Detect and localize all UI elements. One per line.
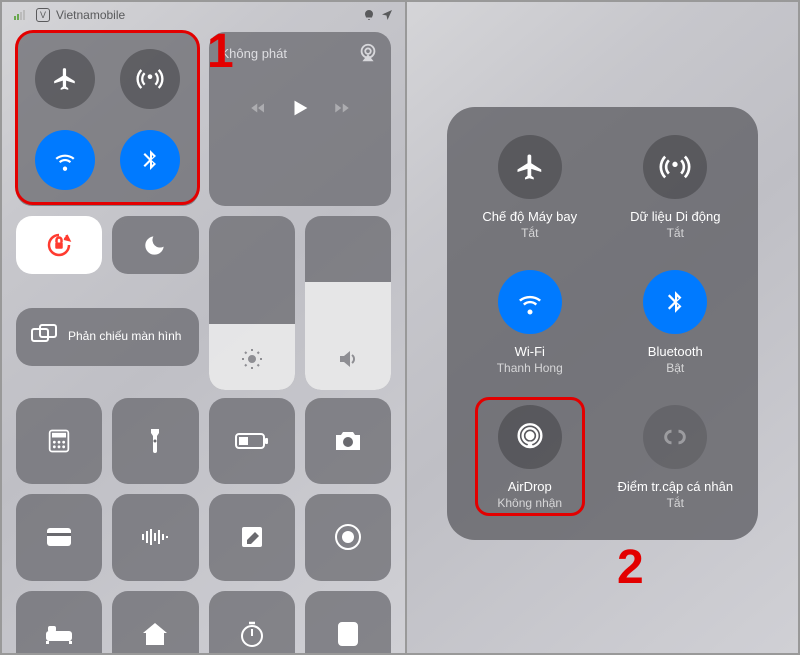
location-icon <box>381 9 393 21</box>
vpn-badge: V <box>36 8 50 22</box>
hotspot-status: Tắt <box>667 496 684 510</box>
play-button[interactable] <box>289 97 311 124</box>
airplane-title: Chế độ Máy bay <box>482 209 577 224</box>
flashlight-shortcut[interactable] <box>112 398 198 484</box>
airplane-icon <box>498 135 562 199</box>
step-number-2: 2 <box>617 540 644 595</box>
mirror-label: Phản chiếu màn hình <box>68 329 181 345</box>
prev-track-button[interactable] <box>249 99 267 122</box>
orientation-lock-toggle[interactable] <box>16 216 102 274</box>
home-shortcut[interactable] <box>112 591 198 654</box>
hotspot-icon <box>643 405 707 469</box>
control-center-grid: Không phát <box>2 24 405 398</box>
airdrop-item[interactable]: AirDrop Không nhận <box>467 405 593 510</box>
brightness-slider[interactable] <box>209 216 295 390</box>
do-not-disturb-toggle[interactable] <box>112 216 198 274</box>
expanded-connectivity-card: Chế độ Máy bay Tắt Dữ liệu Di động Tắt W… <box>447 107 758 540</box>
wallet-shortcut[interactable] <box>16 494 102 580</box>
carrier-label: Vietnamobile <box>56 8 125 22</box>
airplane-mode-item[interactable]: Chế độ Máy bay Tắt <box>467 135 593 240</box>
signal-icon <box>14 10 30 20</box>
bluetooth-item[interactable]: Bluetooth Bật <box>613 270 739 375</box>
airplay-icon[interactable] <box>357 42 379 69</box>
next-track-button[interactable] <box>333 99 351 122</box>
bedtime-shortcut[interactable] <box>16 591 102 654</box>
screen-mirroring-button[interactable]: Phản chiếu màn hình <box>16 308 199 366</box>
wifi-toggle[interactable] <box>35 130 95 190</box>
voice-memo-shortcut[interactable] <box>112 494 198 580</box>
volume-icon <box>336 347 360 376</box>
timer-shortcut[interactable] <box>209 591 295 654</box>
cellular-title: Dữ liệu Di động <box>630 209 720 224</box>
airplane-status: Tắt <box>521 226 538 240</box>
volume-slider[interactable] <box>305 216 391 390</box>
alarm-icon <box>363 9 375 21</box>
airdrop-status: Không nhận <box>497 496 562 510</box>
cellular-toggle[interactable] <box>120 49 180 109</box>
connectivity-tile[interactable] <box>16 32 199 206</box>
mirror-icon <box>30 323 58 352</box>
cellular-item[interactable]: Dữ liệu Di động Tắt <box>613 135 739 240</box>
hotspot-title: Điểm tr.cập cá nhân <box>617 479 733 494</box>
wifi-status: Thanh Hong <box>497 361 563 375</box>
bluetooth-icon <box>643 270 707 334</box>
accessibility-shortcut[interactable] <box>305 591 391 654</box>
panel-1-control-center: 1 V Vietnamobile <box>2 2 407 653</box>
screen-record-shortcut[interactable] <box>305 494 391 580</box>
panel-2-expanded: 2 Chế độ Máy bay Tắt Dữ liệu Di động Tắt… <box>407 2 798 653</box>
bluetooth-toggle[interactable] <box>120 130 180 190</box>
airplane-mode-toggle[interactable] <box>35 49 95 109</box>
battery-shortcut[interactable] <box>209 398 295 484</box>
wifi-icon <box>498 270 562 334</box>
media-tile[interactable]: Không phát <box>209 32 392 206</box>
wifi-title: Wi-Fi <box>515 344 545 359</box>
bluetooth-status: Bật <box>666 361 684 375</box>
brightness-icon <box>240 347 264 376</box>
status-bar: V Vietnamobile <box>2 2 405 24</box>
hotspot-item[interactable]: Điểm tr.cập cá nhân Tắt <box>613 405 739 510</box>
cellular-status: Tắt <box>667 226 684 240</box>
step-number-1: 1 <box>207 24 234 79</box>
bluetooth-title: Bluetooth <box>648 344 703 359</box>
camera-shortcut[interactable] <box>305 398 391 484</box>
airdrop-icon <box>498 405 562 469</box>
airdrop-title: AirDrop <box>508 479 552 494</box>
notes-shortcut[interactable] <box>209 494 295 580</box>
tutorial-image: 1 V Vietnamobile <box>0 0 800 655</box>
cellular-icon <box>643 135 707 199</box>
calculator-shortcut[interactable] <box>16 398 102 484</box>
quick-actions-grid <box>2 398 405 653</box>
wifi-item[interactable]: Wi-Fi Thanh Hong <box>467 270 593 375</box>
